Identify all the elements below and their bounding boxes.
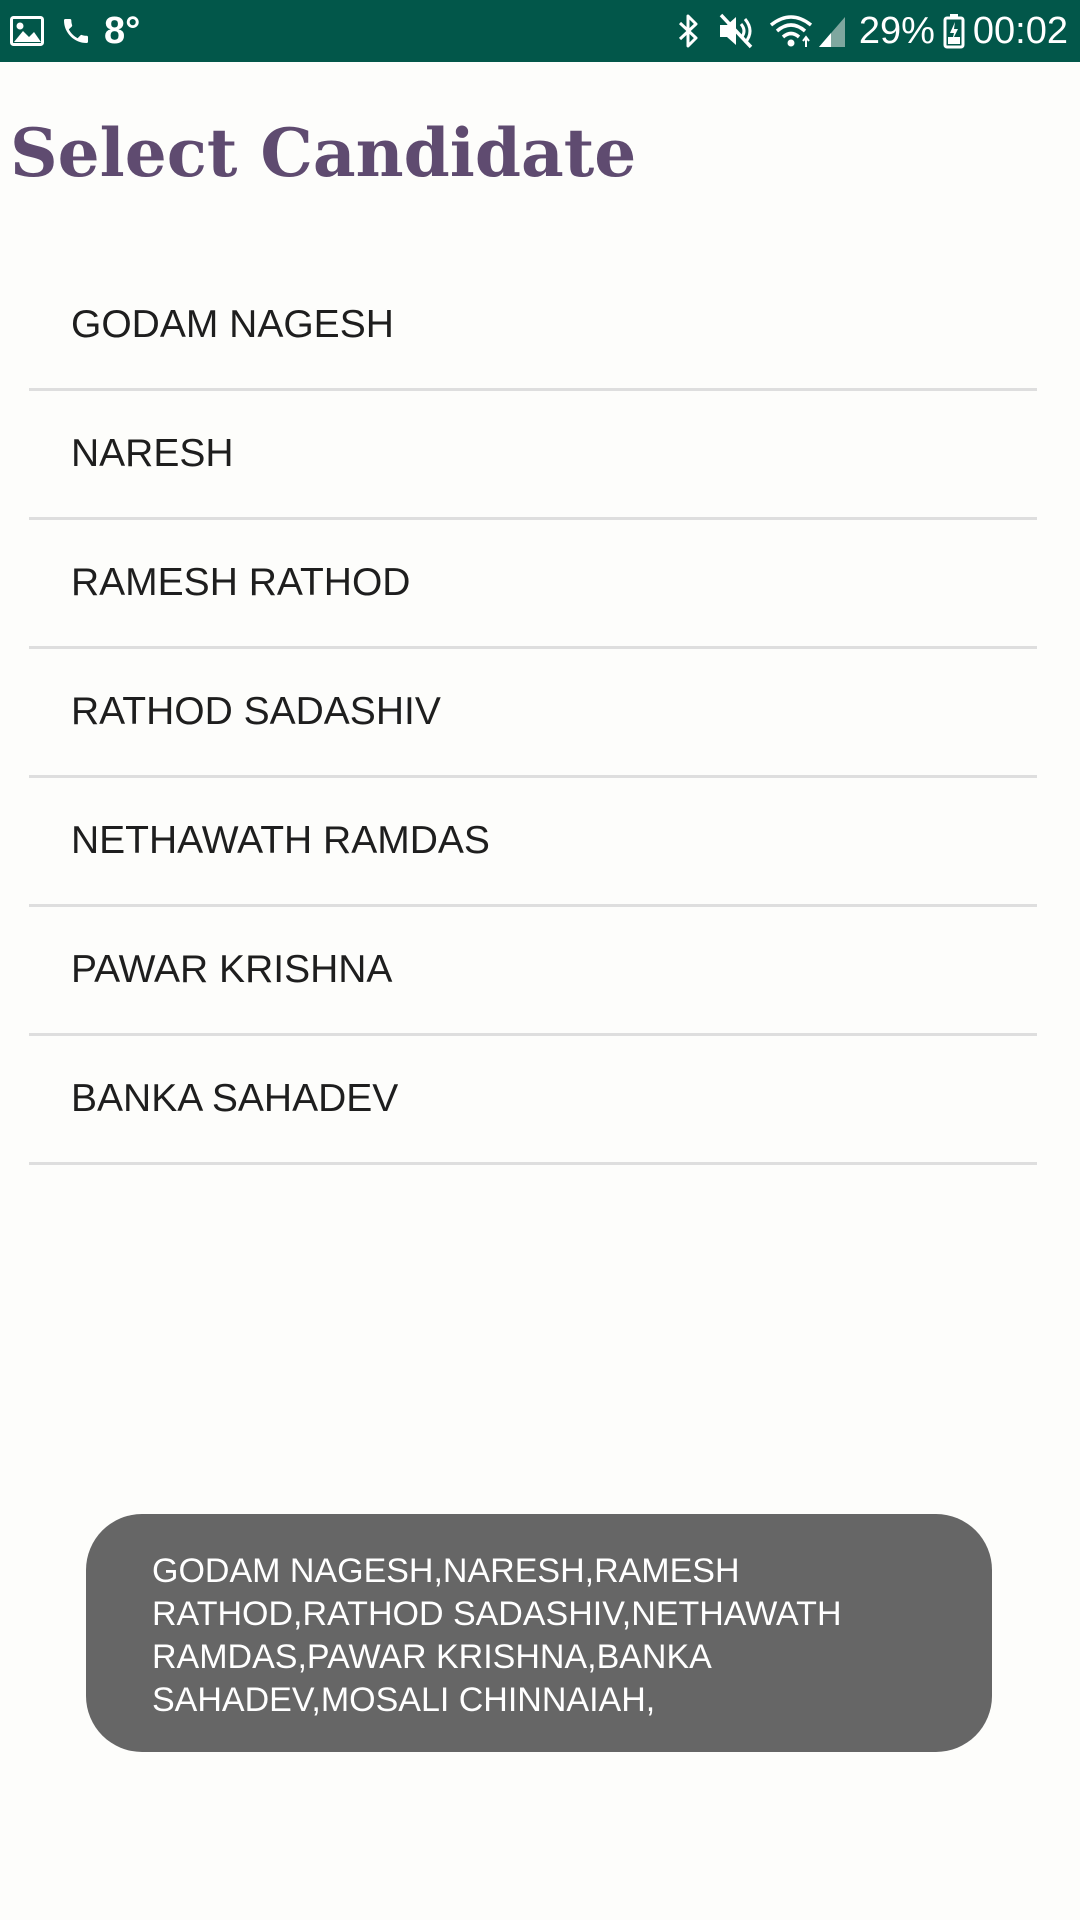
candidate-name: PAWAR KRISHNA — [71, 948, 393, 991]
candidate-name: NETHAWATH RAMDAS — [71, 819, 490, 862]
clock-time: 00:02 — [972, 10, 1068, 52]
page-title: Select Candidate — [10, 114, 637, 192]
candidate-name: GODAM NAGESH — [71, 303, 394, 346]
status-bar: 8° 29% 00:02 — [0, 0, 1080, 62]
toast-text: GODAM NAGESH,NARESH,RAMESH RATHOD,RATHOD… — [152, 1552, 842, 1719]
temperature-text: 8° — [104, 10, 141, 52]
wifi-icon — [769, 13, 813, 49]
candidate-list-item[interactable]: RAMESH RATHOD — [29, 520, 1037, 649]
candidate-name: RAMESH RATHOD — [71, 561, 411, 604]
signal-icon — [817, 13, 847, 49]
status-bar-right: 29% 00:02 — [677, 0, 1068, 62]
candidate-list-item[interactable]: NETHAWATH RAMDAS — [29, 778, 1037, 907]
candidate-list-item[interactable]: NARESH — [29, 391, 1037, 520]
candidate-name: BANKA SAHADEV — [71, 1077, 399, 1120]
toast-message: GODAM NAGESH,NARESH,RAMESH RATHOD,RATHOD… — [86, 1514, 992, 1752]
candidate-list: GODAM NAGESH NARESH RAMESH RATHOD RATHOD… — [29, 262, 1037, 1165]
battery-icon — [943, 13, 965, 49]
battery-percent: 29% — [858, 10, 935, 52]
candidate-name: RATHOD SADASHIV — [71, 690, 441, 733]
mute-icon — [717, 13, 755, 49]
candidate-list-item[interactable]: GODAM NAGESH — [29, 262, 1037, 391]
status-bar-left: 8° — [10, 0, 140, 62]
candidate-list-item[interactable]: PAWAR KRISHNA — [29, 907, 1037, 1036]
candidate-list-item[interactable]: RATHOD SADASHIV — [29, 649, 1037, 778]
bluetooth-icon — [677, 13, 701, 49]
candidate-list-item[interactable]: BANKA SAHADEV — [29, 1036, 1037, 1165]
phone-icon — [60, 15, 92, 47]
image-icon — [10, 16, 44, 46]
candidate-name: NARESH — [71, 432, 234, 475]
